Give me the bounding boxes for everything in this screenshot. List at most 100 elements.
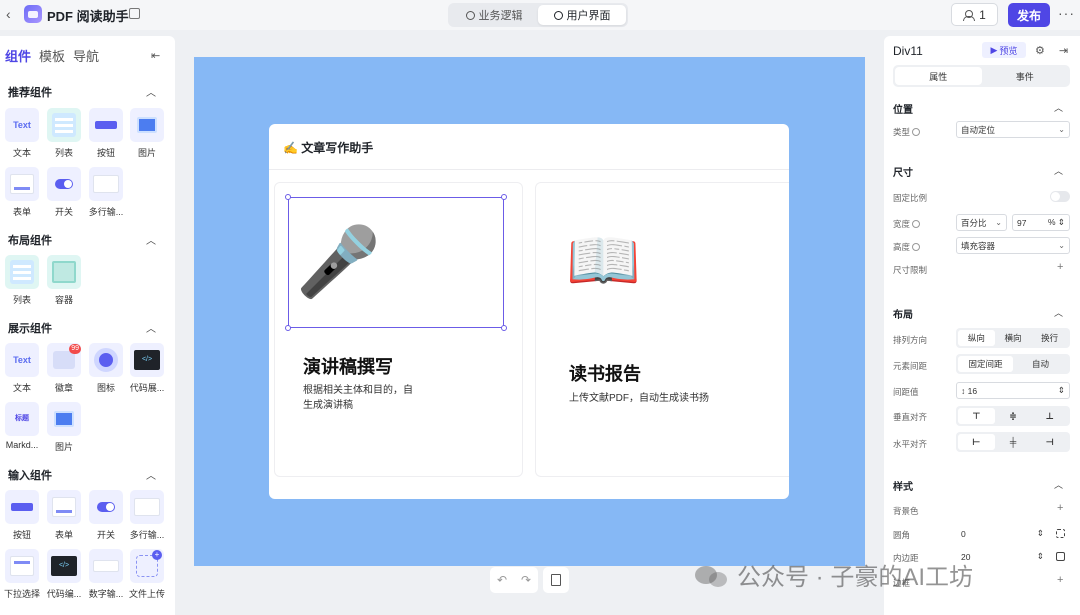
component-icon[interactable]: 图标: [88, 343, 124, 394]
collaborators-button[interactable]: 1: [951, 3, 998, 26]
chevron-up-icon[interactable]: ︿: [146, 467, 156, 482]
align-middle-icon[interactable]: ≑: [995, 408, 1032, 424]
resize-handle[interactable]: [501, 325, 507, 331]
divider: [269, 169, 789, 170]
upload-icon: [136, 550, 162, 577]
padding-icon[interactable]: [1056, 552, 1065, 561]
direction-label: 排列方向: [893, 335, 928, 345]
preview-button[interactable]: ▶ 预览: [982, 42, 1026, 58]
button-icon: [11, 503, 33, 511]
chevron-up-icon[interactable]: ︿: [146, 232, 156, 247]
component-input-form[interactable]: 表单: [46, 490, 82, 541]
gear-icon[interactable]: ⚙: [1035, 44, 1045, 57]
stepper-icon[interactable]: ⇕: [1037, 528, 1044, 539]
component-code-editor[interactable]: </> 代码编...: [46, 549, 82, 600]
size-limit-label: 尺寸限制: [893, 265, 928, 275]
tab-navigation[interactable]: 导航: [73, 46, 99, 65]
corner-icon[interactable]: [1056, 529, 1065, 538]
tab-events[interactable]: 事件: [982, 67, 1069, 85]
component-form[interactable]: 表单: [4, 167, 40, 218]
back-icon[interactable]: ‹: [6, 7, 20, 21]
component-display-image[interactable]: 图片: [46, 402, 82, 453]
tab-business-logic[interactable]: 业务逻辑: [450, 5, 538, 25]
edit-title-icon[interactable]: [129, 8, 140, 19]
section-input: 输入组件: [8, 470, 52, 482]
align-top-icon[interactable]: ⊤: [958, 408, 995, 424]
component-input-textarea[interactable]: 多行输...: [129, 490, 165, 541]
gap-fixed[interactable]: 固定间距: [958, 356, 1013, 372]
component-list[interactable]: 列表: [46, 108, 82, 159]
stepper-icon[interactable]: ⇕: [1058, 385, 1065, 396]
component-switch[interactable]: 开关: [46, 167, 82, 218]
chevron-up-icon[interactable]: ︿: [1054, 164, 1063, 177]
align-bottom-icon[interactable]: ⊥: [1031, 408, 1068, 424]
component-layout-list[interactable]: 列表: [4, 255, 40, 306]
component-input-switch[interactable]: 开关: [88, 490, 124, 541]
component-text[interactable]: Text 文本: [4, 108, 40, 159]
component-badge[interactable]: 99 徽章: [46, 343, 82, 394]
component-code-display[interactable]: </> 代码展...: [129, 343, 165, 394]
component-container[interactable]: 容器: [46, 255, 82, 306]
info-icon: [912, 128, 921, 136]
gap-auto[interactable]: 自动: [1013, 356, 1068, 372]
radius-input[interactable]: 0 ⇕: [956, 525, 1049, 542]
chevron-up-icon[interactable]: ︿: [146, 84, 156, 99]
tab-user-interface[interactable]: 用户界面: [538, 5, 626, 25]
component-textarea[interactable]: 多行输...: [88, 167, 124, 218]
badge-icon: 99: [53, 344, 81, 369]
feature-description: 根据相关主体和目的，自 生成演讲稿: [303, 385, 413, 411]
resize-handle[interactable]: [285, 325, 291, 331]
align-right-icon[interactable]: ⊣: [1031, 434, 1068, 450]
chevron-up-icon[interactable]: ︿: [1054, 478, 1063, 491]
redo-icon[interactable]: ↷: [521, 573, 531, 587]
direction-vertical[interactable]: 纵向: [958, 330, 995, 346]
fixed-ratio-toggle[interactable]: [1050, 191, 1070, 202]
export-button[interactable]: [543, 567, 569, 593]
component-number-input[interactable]: 数字输...: [88, 549, 124, 600]
direction-group: 纵向 横向 换行: [956, 328, 1070, 348]
component-input-button[interactable]: 按钮: [4, 490, 40, 541]
position-type-select[interactable]: 自动定位 ⌄: [956, 121, 1070, 138]
gap-value-input[interactable]: ↕ 16 ⇕: [956, 382, 1070, 399]
direction-horizontal[interactable]: 横向: [995, 330, 1032, 346]
tab-templates[interactable]: 模板: [39, 46, 65, 65]
component-markdown[interactable]: 标题 Markd...: [4, 402, 40, 450]
chevron-up-icon[interactable]: ︿: [146, 320, 156, 335]
tab-components[interactable]: 组件: [5, 46, 31, 65]
chevron-up-icon[interactable]: ︿: [1054, 101, 1063, 114]
collapse-panel-icon[interactable]: ⇥: [1059, 44, 1068, 57]
component-display-text[interactable]: Text 文本: [4, 343, 40, 394]
book-icon: 📖: [566, 227, 641, 294]
component-image[interactable]: 图片: [129, 108, 165, 159]
component-button[interactable]: 按钮: [88, 108, 124, 159]
collapse-panel-icon[interactable]: ⇤: [151, 49, 160, 62]
resize-handle[interactable]: [285, 194, 291, 200]
height-select[interactable]: 填充容器 ⌄: [956, 237, 1070, 254]
width-input[interactable]: 97% ⇕: [1012, 214, 1070, 231]
more-icon[interactable]: ···: [1058, 6, 1075, 20]
undo-icon[interactable]: ↶: [497, 573, 507, 587]
stepper-icon[interactable]: ⇕: [1037, 551, 1044, 562]
tab-properties[interactable]: 属性: [895, 67, 982, 85]
publish-button[interactable]: 发布: [1008, 3, 1050, 27]
container-icon: [52, 261, 76, 283]
align-left-icon[interactable]: ⊢: [958, 434, 995, 450]
logic-icon: [465, 10, 475, 20]
component-dropdown[interactable]: 下拉选择: [4, 549, 40, 600]
gap-label: 元素间距: [893, 361, 928, 371]
direction-wrap[interactable]: 换行: [1031, 330, 1068, 346]
valign-group: ⊤ ≑ ⊥: [956, 406, 1070, 426]
component-file-upload[interactable]: 文件上传: [129, 549, 165, 600]
chevron-up-icon[interactable]: ︿: [1054, 306, 1063, 319]
stepper-icon[interactable]: ⇕: [1058, 217, 1065, 227]
add-icon[interactable]: +: [1057, 261, 1063, 273]
add-icon[interactable]: +: [1057, 502, 1063, 514]
halign-label: 水平对齐: [893, 439, 928, 449]
dropdown-icon: [10, 556, 34, 576]
undo-redo-toolbar: ↶ ↷: [490, 567, 538, 593]
align-center-icon[interactable]: ╪: [995, 434, 1032, 450]
width-unit-select[interactable]: 百分比 ⌄: [956, 214, 1007, 231]
add-icon[interactable]: +: [1057, 574, 1063, 586]
text-icon: Text: [13, 355, 31, 365]
resize-handle[interactable]: [501, 194, 507, 200]
